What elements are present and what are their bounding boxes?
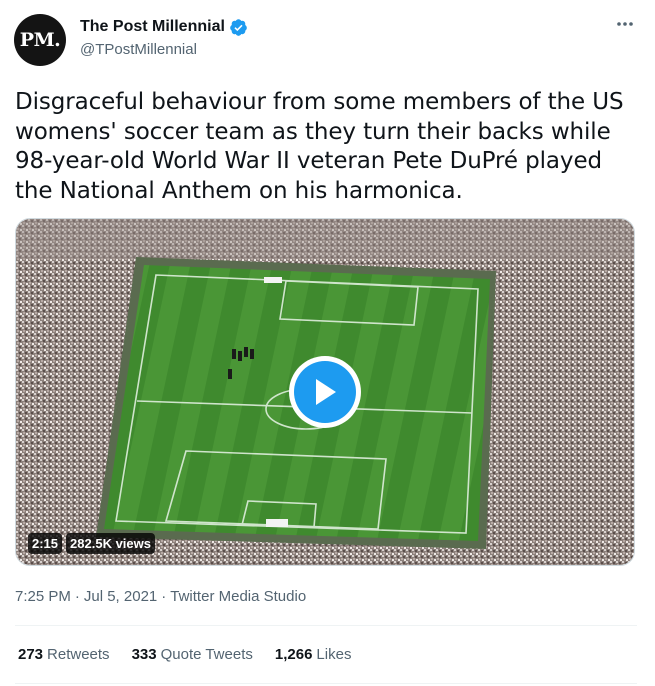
quote-tweets-label: Quote Tweets <box>160 646 253 663</box>
meta-separator: · <box>74 588 80 605</box>
video-duration: 2:15 <box>28 533 63 554</box>
tweet-source[interactable]: Twitter Media Studio <box>170 588 306 605</box>
tweet-date[interactable]: Jul 5, 2021 <box>84 588 157 605</box>
tweet-time[interactable]: 7:25 PM <box>15 588 71 605</box>
play-icon <box>294 361 356 423</box>
divider-bottom <box>15 683 637 684</box>
tweet-text: Disgraceful behaviour from some members … <box>15 89 624 204</box>
display-name[interactable]: The Post Millennial <box>80 18 225 36</box>
display-name-row: The Post Millennial <box>80 15 248 39</box>
retweets-label: Retweets <box>47 646 110 663</box>
video-player[interactable]: 2:15 282.5K views <box>15 218 635 566</box>
quote-tweets-count: 333 <box>131 646 157 663</box>
retweets-count: 273 <box>18 646 44 663</box>
play-button[interactable] <box>289 356 361 428</box>
tweet-card: PM. The Post Millennial @TPostMillennial… <box>0 0 655 686</box>
avatar-logo-text: PM. <box>19 29 61 51</box>
video-view-count: 282.5K views <box>66 533 155 554</box>
verified-badge-icon <box>229 18 248 37</box>
likes-label: Likes <box>316 646 352 663</box>
tweet-metadata: 7:25 PM · Jul 5, 2021 · Twitter Media St… <box>15 588 306 605</box>
meta-separator-2: · <box>161 588 167 605</box>
engagement-stats: 273 Retweets 333 Quote Tweets 1,266 Likes <box>18 646 373 663</box>
likes-count: 1,266 <box>274 646 313 663</box>
retweets-stat[interactable]: 273 Retweets <box>18 646 110 663</box>
likes-stat[interactable]: 1,266 Likes <box>275 646 352 663</box>
more-options-icon[interactable] <box>615 14 635 34</box>
user-handle[interactable]: @TPostMillennial <box>80 41 248 58</box>
divider <box>15 625 637 626</box>
avatar[interactable]: PM. <box>14 14 66 66</box>
video-badges: 2:15 282.5K views <box>28 533 155 554</box>
quote-tweets-stat[interactable]: 333 Quote Tweets <box>132 646 253 663</box>
author-block: The Post Millennial @TPostMillennial <box>80 15 248 58</box>
